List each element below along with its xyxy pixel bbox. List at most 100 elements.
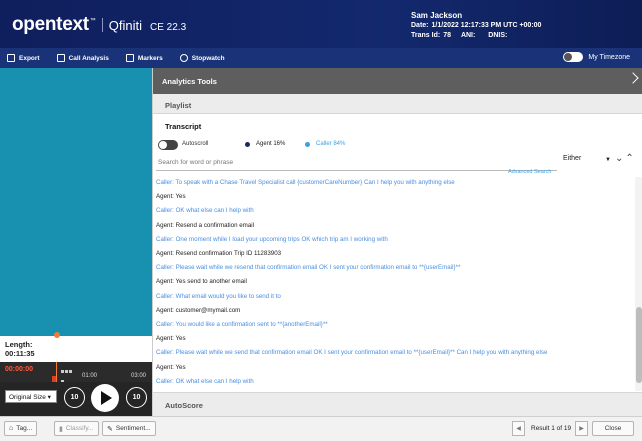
current-time: 00:00:00 [5, 366, 34, 373]
markers-icon [125, 54, 134, 62]
transcript-line-agent[interactable]: Agent: Yes send to another email [156, 278, 247, 285]
transcript-line-agent[interactable]: Agent: Yes [156, 364, 186, 371]
right-panel: Analytics Tools Playlist Transcript Auto… [152, 68, 642, 416]
transcript-line-caller[interactable]: Caller: OK what else can I help with [156, 207, 254, 214]
play-icon [101, 391, 112, 405]
autoscroll-switch[interactable] [158, 140, 178, 150]
app-header: opentext ™ Qfiniti CE 22.3 Sam Jackson D… [0, 0, 642, 48]
tag-button[interactable]: ⌂ Tag... [4, 421, 38, 436]
chevron-down-icon[interactable]: ⌄ [615, 153, 625, 164]
caller-dot-icon [305, 142, 310, 147]
classify-button[interactable]: ▮ Classify... [54, 421, 99, 436]
analytics-tools-header[interactable]: Analytics Tools [153, 68, 642, 94]
player-panel: Length: 00:11:35 00:00:00 01:00 03:00 Or… [0, 332, 152, 416]
playhead[interactable] [56, 362, 57, 382]
export-icon [7, 54, 15, 62]
transcript-line-agent[interactable]: Agent: Resend a confirmation email [156, 222, 254, 229]
tag-label: Tag... [16, 425, 33, 432]
transcript-line-agent[interactable]: Agent: Yes [156, 335, 186, 342]
trademark-icon: ™ [89, 18, 96, 24]
brand: opentext ™ Qfiniti CE 22.3 [12, 14, 186, 36]
transcript-line-caller[interactable]: Caller: One moment while I load your upc… [156, 236, 388, 243]
autoscore-title: AutoScore [165, 401, 203, 410]
sentiment-button[interactable]: ✎ Sentiment... [102, 421, 156, 436]
timeline[interactable]: 00:00:00 01:00 03:00 [0, 362, 152, 383]
video-area [0, 68, 152, 336]
advanced-search-link[interactable]: Advanced Search [508, 169, 551, 175]
transcript-title: Transcript [165, 122, 202, 131]
pencil-icon: ✎ [107, 425, 113, 433]
analytics-tools-title: Analytics Tools [162, 77, 217, 86]
close-label: Close [604, 425, 622, 432]
timezone-switch[interactable] [563, 52, 584, 62]
waveform-icon [60, 365, 72, 383]
previous-result-button[interactable]: ◀ [512, 421, 525, 436]
skip-back-button[interactable]: 10 [64, 387, 85, 408]
date-value: 1/1/2022 12:17:33 PM UTC +00:00 [431, 22, 542, 29]
transcript-line-caller[interactable]: Caller: Please wait while we resend that… [156, 264, 460, 271]
date-label: Date: [411, 22, 429, 29]
chevron-down-icon: ▾ [47, 394, 51, 401]
chevron-right-icon[interactable] [627, 72, 639, 84]
playlist-section[interactable]: Playlist [153, 94, 642, 114]
markers-button[interactable]: Markers [125, 54, 163, 62]
video-size-select[interactable]: Original Size ▾ [5, 390, 57, 403]
transcript-options: Autoscroll Agent 16% Caller 84% [153, 136, 642, 153]
main-toolbar: Export Call Analysis Markers Stopwatch M… [0, 48, 642, 68]
transcript-line-caller[interactable]: Caller: You would like a confirmation se… [156, 321, 328, 328]
tag-icon: ⌂ [9, 425, 14, 432]
play-button[interactable] [91, 384, 119, 412]
opentext-logo: opentext [12, 14, 89, 35]
classify-label: Classify... [65, 425, 94, 432]
my-timezone-label: My Timezone [588, 53, 630, 61]
export-label: Export [19, 54, 40, 62]
chevron-down-icon: ▼ [605, 157, 611, 163]
stopwatch-button[interactable]: Stopwatch [179, 54, 225, 62]
transcript-line-caller[interactable]: Caller: What email would you like to sen… [156, 293, 281, 300]
scrollbar-thumb[interactable] [636, 307, 642, 383]
transcript-line-caller[interactable]: Caller: To speak with a Chase Travel Spe… [156, 179, 455, 186]
timeline-tick: 01:00 [82, 373, 98, 379]
length-info: Length: 00:11:35 [5, 340, 35, 358]
match-mode-select[interactable]: Either ▼ [563, 155, 611, 167]
chart-icon [56, 54, 65, 62]
caller-percent: Caller 84% [316, 141, 346, 147]
transcript-line-agent[interactable]: Agent: Yes [156, 193, 186, 200]
chevron-up-icon[interactable]: ⌃ [625, 153, 635, 164]
chevron-right-icon: ▶ [579, 426, 584, 432]
transcript-scrollbar[interactable] [635, 177, 642, 391]
transcript-line-caller[interactable]: Caller: OK what else can I help with [156, 378, 254, 385]
brand-divider [101, 18, 103, 32]
next-result-button[interactable]: ▶ [575, 421, 588, 436]
skip-forward-button[interactable]: 10 [126, 387, 147, 408]
search-input[interactable] [156, 155, 557, 171]
transcript-line-caller[interactable]: Caller: Please wait while we send that c… [156, 349, 547, 356]
export-button[interactable]: Export [7, 54, 40, 62]
playhead-marker-icon[interactable] [54, 332, 60, 338]
trans-id-label: Trans Id: [411, 32, 441, 39]
match-mode-value: Either [563, 155, 582, 162]
autoscore-section[interactable]: AutoScore [153, 392, 642, 416]
switch-knob [564, 53, 573, 61]
length-label: Length: [5, 340, 33, 349]
transcript-list: Caller: To speak with a Chase Travel Spe… [153, 177, 635, 391]
transcript-line-agent[interactable]: Agent: Resend confirmation Trip ID 11283… [156, 250, 281, 257]
transcript-section-header[interactable]: Transcript [153, 115, 642, 135]
playlist-title: Playlist [165, 101, 192, 110]
close-button[interactable]: Close [592, 421, 634, 436]
length-value: 00:11:35 [5, 349, 35, 358]
bookmark-icon: ▮ [59, 425, 63, 433]
result-counter: Result 1 of 19 [531, 425, 572, 432]
search-nav: ⌄⌃ [615, 153, 636, 164]
call-analysis-label: Call Analysis [68, 54, 109, 62]
dnis-label: DNIS: [488, 32, 508, 39]
date-row: Date: 1/1/2022 12:17:33 PM UTC +00:00 [411, 21, 541, 31]
my-timezone-toggle[interactable]: My Timezone [563, 52, 630, 62]
call-analysis-button[interactable]: Call Analysis [56, 54, 109, 62]
trans-id-value: 78 [443, 32, 451, 39]
search-row: Advanced Search Either ▼ ⌄⌃ [153, 153, 642, 177]
player-controls: Original Size ▾ 10 10 [0, 382, 152, 416]
stopwatch-icon [179, 54, 188, 62]
transcript-line-agent[interactable]: Agent: customer@mymail.com [156, 307, 240, 314]
user-name: Sam Jackson [411, 11, 463, 20]
